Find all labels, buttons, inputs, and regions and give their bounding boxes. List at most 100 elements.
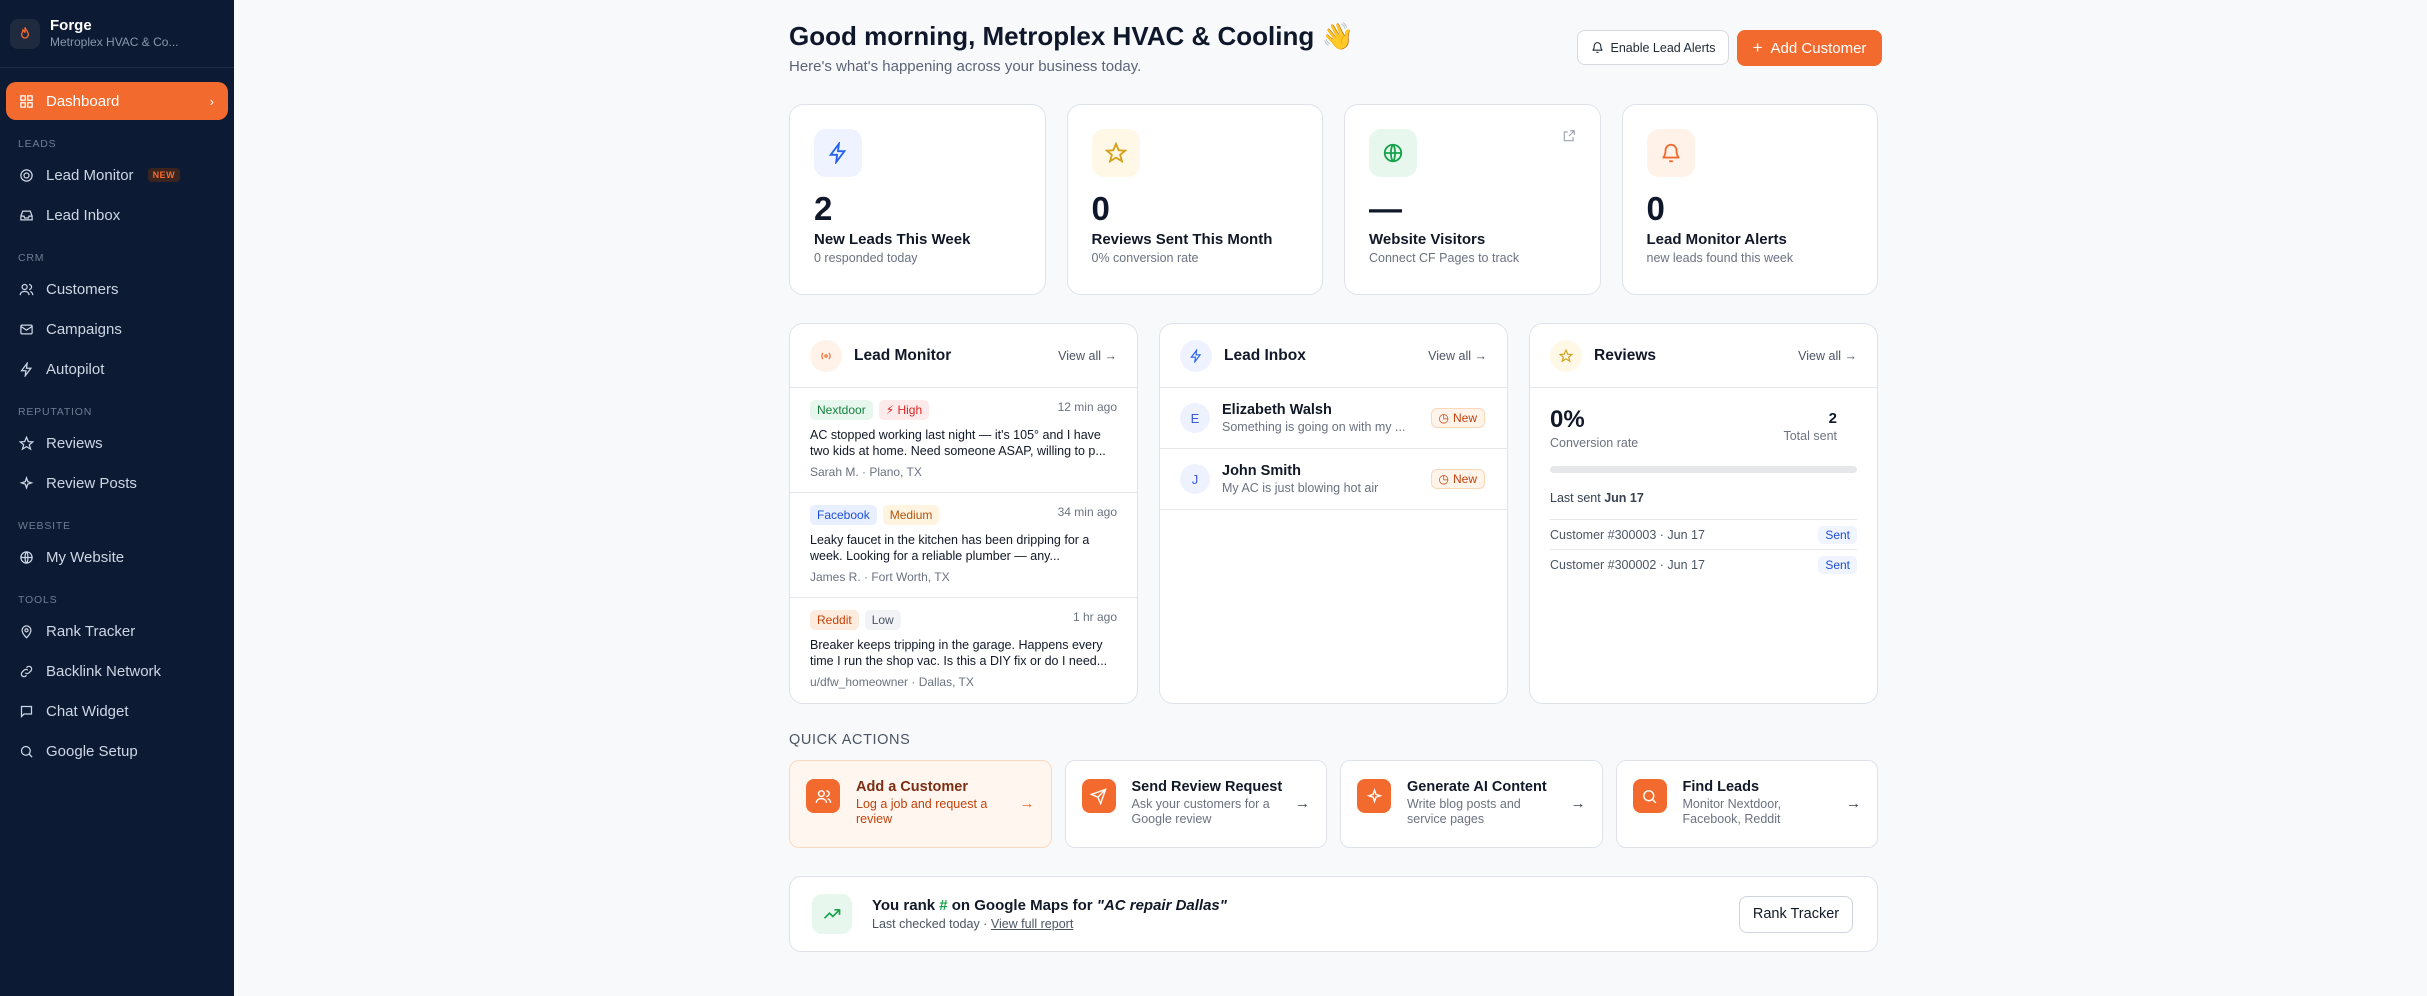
sidebar-item-label: Google Setup bbox=[46, 742, 138, 760]
radar-icon bbox=[18, 167, 34, 183]
last-sent: Last sent Jun 17 bbox=[1550, 491, 1857, 505]
rank-position: # bbox=[939, 897, 948, 914]
quick-action-desc: Monitor Nextdoor, Facebook, Reddit bbox=[1682, 797, 1782, 826]
page-subtitle: Here's what's happening across your busi… bbox=[789, 58, 1142, 75]
clock-icon: ◷ bbox=[1438, 411, 1449, 425]
status-badge: ◷ New bbox=[1430, 469, 1485, 489]
enable-lead-alerts-button[interactable]: Enable Lead Alerts bbox=[1577, 30, 1729, 65]
panel-title: Lead Inbox bbox=[1224, 346, 1306, 364]
inbox-icon bbox=[18, 207, 34, 223]
sidebar-item-customers[interactable]: Customers bbox=[6, 270, 228, 308]
sender-name: John Smith bbox=[1222, 463, 1301, 479]
sidebar-item-label: Dashboard bbox=[46, 92, 120, 110]
conversion-progress-bar bbox=[1550, 466, 1857, 473]
brand[interactable]: Forge Metroplex HVAC & Co... bbox=[0, 0, 234, 68]
add-customer-button[interactable]: + Add Customer bbox=[1737, 30, 1882, 66]
sidebar-item-review-posts[interactable]: Review Posts bbox=[6, 464, 228, 502]
stat-card-lead-monitor-alerts[interactable]: 0 Lead Monitor Alerts new leads found th… bbox=[1621, 104, 1878, 295]
sidebar-item-autopilot[interactable]: Autopilot bbox=[6, 350, 228, 388]
stat-card-reviews-sent[interactable]: 0 Reviews Sent This Month 0% conversion … bbox=[1066, 104, 1323, 295]
review-row-text: Customer #300002 · Jun 17 bbox=[1550, 557, 1705, 572]
last-checked: Last checked today · bbox=[872, 917, 988, 931]
total-sent-value: 2 bbox=[1828, 410, 1837, 427]
sidebar-item-rank-tracker[interactable]: Rank Tracker bbox=[6, 612, 228, 650]
lead-monitor-panel: Lead Monitor View all → Nextdoor ⚡ High … bbox=[789, 323, 1138, 704]
button-label: Add Customer bbox=[1770, 39, 1867, 57]
list-item[interactable]: Nextdoor ⚡ High 12 min ago AC stopped wo… bbox=[790, 388, 1137, 493]
view-all-link[interactable]: View all → bbox=[1798, 349, 1857, 363]
sidebar-item-campaigns[interactable]: Campaigns bbox=[6, 310, 228, 348]
quick-action-name: Add a Customer bbox=[856, 779, 968, 795]
view-all-link[interactable]: View all → bbox=[1058, 349, 1117, 363]
brand-name: Forge bbox=[50, 17, 92, 34]
star-icon bbox=[18, 435, 34, 451]
stat-value: 0 bbox=[1646, 190, 1665, 227]
sidebar-item-label: Review Posts bbox=[46, 474, 137, 492]
priority-tag: Low bbox=[864, 610, 901, 630]
rank-middle: on Google Maps for bbox=[951, 897, 1093, 914]
arrow-right-icon: → bbox=[1846, 795, 1861, 812]
last-sent-label: Last sent bbox=[1550, 491, 1601, 505]
view-full-report-link[interactable]: View full report bbox=[991, 917, 1073, 931]
status-label: New bbox=[1452, 411, 1477, 425]
sidebar-item-label: My Website bbox=[46, 548, 125, 566]
users-icon bbox=[806, 779, 840, 813]
reviews-panel: Reviews View all → 0% Conversion rate 2 … bbox=[1529, 323, 1878, 704]
search-icon bbox=[1632, 779, 1667, 813]
external-link-icon[interactable] bbox=[1562, 129, 1576, 148]
sidebar-item-label: Chat Widget bbox=[46, 702, 129, 720]
sidebar-item-reviews[interactable]: Reviews bbox=[6, 424, 228, 462]
sidebar-item-backlink-network[interactable]: Backlink Network bbox=[6, 652, 228, 690]
avatar: E bbox=[1180, 403, 1210, 433]
sidebar-item-dashboard[interactable]: Dashboard › bbox=[6, 82, 228, 120]
stat-subtext: Connect CF Pages to track bbox=[1369, 251, 1520, 265]
star-icon bbox=[1550, 339, 1582, 372]
view-all-link[interactable]: View all → bbox=[1428, 349, 1487, 363]
review-row[interactable]: Customer #300002 · Jun 17 Sent bbox=[1550, 549, 1857, 579]
last-sent-date: Jun 17 bbox=[1604, 491, 1644, 505]
stat-card-new-leads[interactable]: 2 New Leads This Week 0 responded today bbox=[789, 104, 1046, 295]
rank-subtext: Last checked today · View full report bbox=[872, 917, 1227, 931]
sparkle-icon bbox=[1357, 779, 1391, 813]
panel-header: Lead Monitor View all → bbox=[790, 324, 1137, 388]
grid-icon bbox=[18, 93, 34, 109]
quick-action-generate-ai-content[interactable]: Generate AI Content Write blog posts and… bbox=[1340, 760, 1603, 848]
lead-meta: u/dfw_homeowner · Dallas, TX bbox=[810, 675, 974, 689]
bolt-icon bbox=[1180, 339, 1212, 372]
timestamp: 34 min ago bbox=[1057, 505, 1117, 519]
brand-subtitle: Metroplex HVAC & Co... bbox=[50, 35, 179, 49]
stat-card-website-visitors[interactable]: — Website Visitors Connect CF Pages to t… bbox=[1344, 104, 1601, 295]
stat-value: 2 bbox=[814, 190, 833, 227]
quick-action-desc: Log a job and request a review bbox=[856, 797, 988, 826]
chat-icon bbox=[18, 703, 34, 719]
link-icon bbox=[18, 663, 34, 679]
lead-meta: Sarah M. · Plano, TX bbox=[810, 465, 922, 479]
sidebar-item-label: Customers bbox=[46, 280, 119, 298]
globe-icon bbox=[18, 549, 34, 565]
sidebar-item-my-website[interactable]: My Website bbox=[6, 538, 228, 576]
sidebar-item-google-setup[interactable]: Google Setup bbox=[6, 732, 228, 770]
quick-action-find-leads[interactable]: Find Leads Monitor Nextdoor, Facebook, R… bbox=[1615, 760, 1878, 848]
priority-tag: ⚡ High bbox=[878, 400, 930, 420]
list-item[interactable]: Reddit Low 1 hr ago Breaker keeps trippi… bbox=[790, 598, 1137, 703]
review-row[interactable]: Customer #300003 · Jun 17 Sent bbox=[1550, 519, 1857, 549]
avatar: J bbox=[1180, 464, 1210, 494]
quick-action-name: Send Review Request bbox=[1131, 779, 1283, 795]
page-header: Good morning, Metroplex HVAC & Cooling 👋… bbox=[789, 0, 1882, 104]
list-item[interactable]: Facebook Medium 34 min ago Leaky faucet … bbox=[790, 493, 1137, 598]
quick-action-send-review-request[interactable]: Send Review Request Ask your customers f… bbox=[1064, 760, 1327, 848]
clock-icon: ◷ bbox=[1438, 472, 1449, 486]
arrow-right-icon: → bbox=[1295, 795, 1310, 812]
sidebar-item-lead-inbox[interactable]: Lead Inbox bbox=[6, 196, 228, 234]
users-icon bbox=[18, 281, 34, 297]
quick-action-add-customer[interactable]: Add a Customer Log a job and request a r… bbox=[789, 760, 1052, 848]
rank-tracker-button[interactable]: Rank Tracker bbox=[1739, 895, 1853, 933]
list-item[interactable]: J John Smith My AC is just blowing hot a… bbox=[1160, 449, 1507, 510]
sidebar-item-lead-monitor[interactable]: Lead Monitor NEW bbox=[6, 156, 228, 194]
status-badge: Sent bbox=[1818, 555, 1857, 574]
stat-label: Lead Monitor Alerts bbox=[1646, 231, 1787, 248]
radio-icon bbox=[810, 339, 842, 372]
list-item[interactable]: E Elizabeth Walsh Something is going on … bbox=[1160, 388, 1507, 449]
bolt-icon bbox=[18, 361, 34, 377]
sidebar-item-chat-widget[interactable]: Chat Widget bbox=[6, 692, 228, 730]
